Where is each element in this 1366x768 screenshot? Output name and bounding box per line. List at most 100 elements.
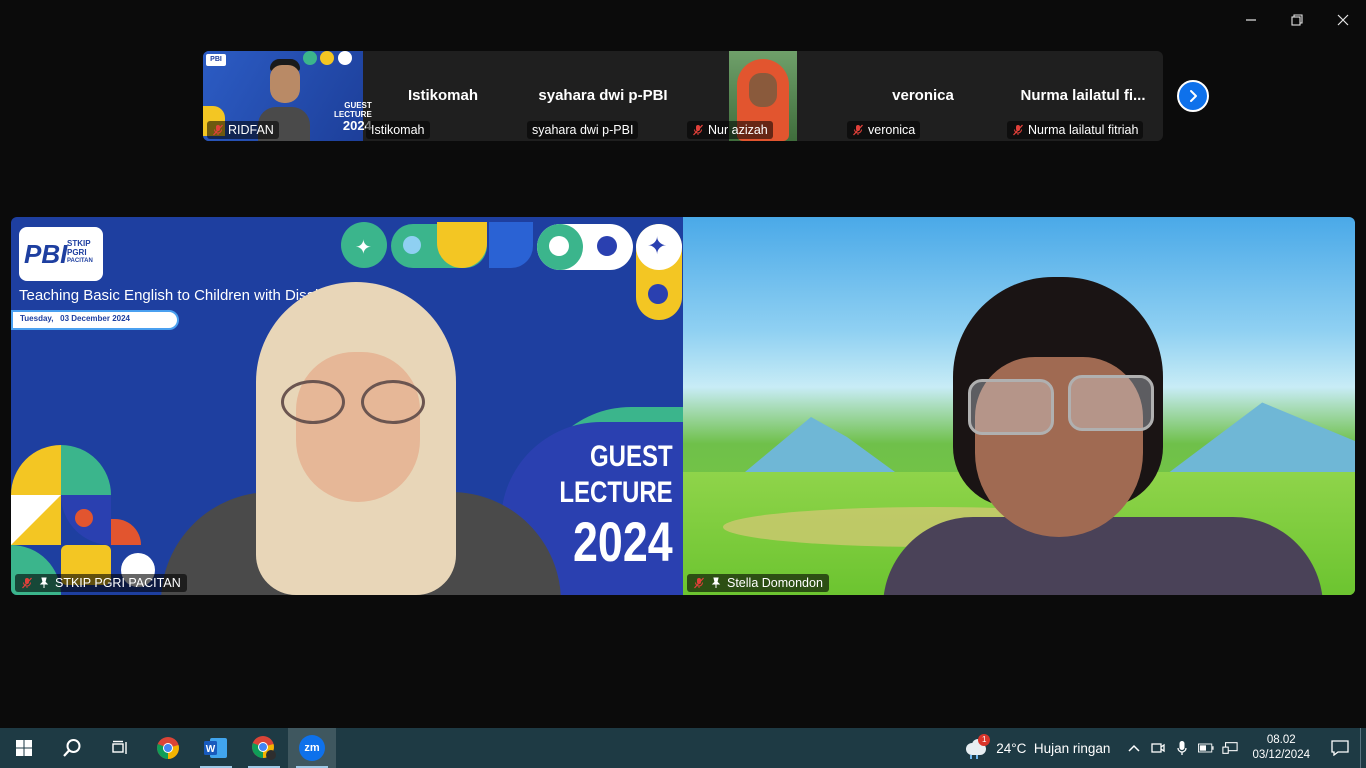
- participant-title: Istikomah: [407, 87, 479, 104]
- slide-date: Tuesday, 03 December 2024: [20, 314, 130, 323]
- network-button[interactable]: [1218, 728, 1242, 768]
- lecture-text: LECTURE: [559, 476, 673, 509]
- participant-title: Nurma lailatul fi...: [1020, 87, 1146, 104]
- participant-name: Nur azizah: [708, 123, 768, 137]
- task-view-button[interactable]: [96, 728, 144, 768]
- logo-sub-text: STKIP PGRI PACITAN: [67, 239, 93, 266]
- participant-tile-nur-azizah[interactable]: Nur azizah: [683, 51, 843, 141]
- microphone-icon: [1177, 741, 1188, 755]
- next-page-button[interactable]: [1177, 80, 1209, 112]
- camera-icon: [1151, 743, 1166, 753]
- pin-icon: [39, 577, 49, 588]
- participant-strip: PBI GUEST LECTURE 2024 RIDFAN Istikomah …: [203, 51, 1163, 141]
- year-text: 2024: [573, 510, 673, 573]
- search-button[interactable]: [48, 728, 96, 768]
- zoom-icon: zm: [299, 735, 325, 761]
- taskbar: W zm 1 24°C Hujan ringan 08.02 03/12/202…: [0, 728, 1366, 768]
- clock-time: 08.02: [1266, 734, 1296, 746]
- participant-name-label: Nur azizah: [687, 121, 773, 139]
- muted-mic-icon: [1013, 124, 1023, 136]
- participant-name: Nurma lailatul fitriah: [1028, 123, 1139, 137]
- taskbar-word[interactable]: W: [192, 728, 240, 768]
- weather-cloud-icon: 1: [964, 734, 991, 759]
- weather-badge: 1: [978, 734, 991, 746]
- show-hidden-icons-button[interactable]: [1122, 728, 1146, 768]
- logo-pacitan: PACITAN: [67, 258, 93, 264]
- participant-name-label: Stella Domondon: [687, 574, 829, 592]
- video-tile-stkip[interactable]: ✦ ✦ PBI STKIP PGRI PACITAN Teaching Basi…: [11, 217, 683, 595]
- participant-title: syahara dwi p-PBI: [538, 87, 668, 104]
- chrome-icon: [157, 737, 179, 759]
- slide-decoration-top: ✦ ✦: [341, 222, 683, 320]
- glasses: [281, 380, 431, 424]
- participant-name-label: veronica: [847, 121, 921, 139]
- muted-mic-icon: [693, 124, 703, 136]
- participant-tile-syahara[interactable]: syahara dwi p-PBI syahara dwi p-PBI: [523, 51, 683, 141]
- video-tile-stella[interactable]: Stella Domondon: [683, 217, 1355, 595]
- restore-icon: [1291, 14, 1303, 26]
- participant-name: STKIP PGRI PACITAN: [55, 576, 181, 590]
- participant-name: syahara dwi p-PBI: [532, 123, 634, 137]
- battery-icon: [1198, 743, 1214, 753]
- muted-mic-icon: [213, 124, 223, 136]
- zoom-meeting-window: PBI GUEST LECTURE 2024 RIDFAN Istikomah …: [0, 0, 1366, 728]
- start-button[interactable]: [0, 728, 48, 768]
- glasses: [968, 375, 1158, 435]
- windows-logo-icon: [16, 740, 32, 756]
- meet-now-button[interactable]: [1146, 728, 1170, 768]
- chrome-profile-icon: [252, 736, 276, 760]
- task-view-icon: [112, 740, 127, 754]
- word-icon: W: [204, 738, 227, 758]
- show-desktop-button[interactable]: [1360, 728, 1366, 768]
- search-icon: [63, 739, 81, 757]
- close-icon: [1337, 14, 1349, 26]
- battery-button[interactable]: [1194, 728, 1218, 768]
- system-tray: 1 24°C Hujan ringan 08.02 03/12/2024: [960, 728, 1366, 768]
- muted-mic-icon: [22, 577, 32, 589]
- taskbar-chrome[interactable]: [144, 728, 192, 768]
- chevron-up-icon: [1128, 744, 1140, 752]
- participant-tile-ridfan[interactable]: PBI GUEST LECTURE 2024 RIDFAN: [203, 51, 372, 141]
- participant-name: RIDFAN: [228, 123, 274, 137]
- notification-center-button[interactable]: [1320, 728, 1360, 768]
- network-icon: [1222, 742, 1239, 754]
- pin-icon: [711, 577, 721, 588]
- weather-widget[interactable]: 1 24°C Hujan ringan: [960, 728, 1122, 768]
- weather-text: 24°C Hujan ringan: [996, 740, 1111, 756]
- chevron-right-icon: [1190, 90, 1197, 102]
- participant-name: veronica: [868, 123, 916, 137]
- date-pill: Tuesday, 03 December 2024: [11, 310, 179, 330]
- pbi-logo: PBI STKIP PGRI PACITAN: [19, 227, 103, 281]
- close-button[interactable]: [1320, 0, 1366, 40]
- participant-name: Istikomah: [371, 123, 425, 137]
- participant-video-figure: [883, 277, 1353, 595]
- minimize-button[interactable]: [1228, 0, 1274, 40]
- restore-button[interactable]: [1274, 0, 1320, 40]
- participant-name-label: Istikomah: [366, 121, 430, 139]
- pbi-logo-thumb: PBI: [206, 54, 226, 66]
- muted-mic-icon: [694, 577, 704, 589]
- window-controls: [1228, 0, 1366, 40]
- logo-main-text: PBI: [24, 239, 68, 269]
- participant-video-figure: [161, 282, 561, 595]
- participant-name-label: RIDFAN: [207, 121, 279, 139]
- slide-decoration-bottom: [11, 445, 171, 595]
- clock[interactable]: 08.02 03/12/2024: [1242, 733, 1320, 763]
- taskbar-zoom[interactable]: zm: [288, 728, 336, 768]
- logo-stkip: STKIP: [67, 239, 91, 248]
- muted-mic-icon: [853, 124, 863, 136]
- participant-tile-istikomah[interactable]: Istikomah Istikomah: [363, 51, 523, 141]
- participant-name-label: syahara dwi p-PBI: [527, 121, 639, 139]
- microphone-button[interactable]: [1170, 728, 1194, 768]
- participant-name-label: Nurma lailatul fitriah: [1007, 121, 1144, 139]
- participant-tile-veronica[interactable]: veronica veronica: [843, 51, 1003, 141]
- participant-name-label: STKIP PGRI PACITAN: [15, 574, 187, 592]
- svg-text:W: W: [206, 744, 216, 755]
- clock-date: 03/12/2024: [1252, 749, 1310, 761]
- participant-tile-nurma[interactable]: Nurma lailatul fi... Nurma lailatul fitr…: [1003, 51, 1163, 141]
- taskbar-chrome-profile[interactable]: [240, 728, 288, 768]
- guest-text: GUEST: [590, 440, 673, 473]
- participant-name: Stella Domondon: [727, 576, 823, 590]
- logo-pgri: PGRI: [67, 248, 87, 257]
- minimize-icon: [1246, 19, 1256, 21]
